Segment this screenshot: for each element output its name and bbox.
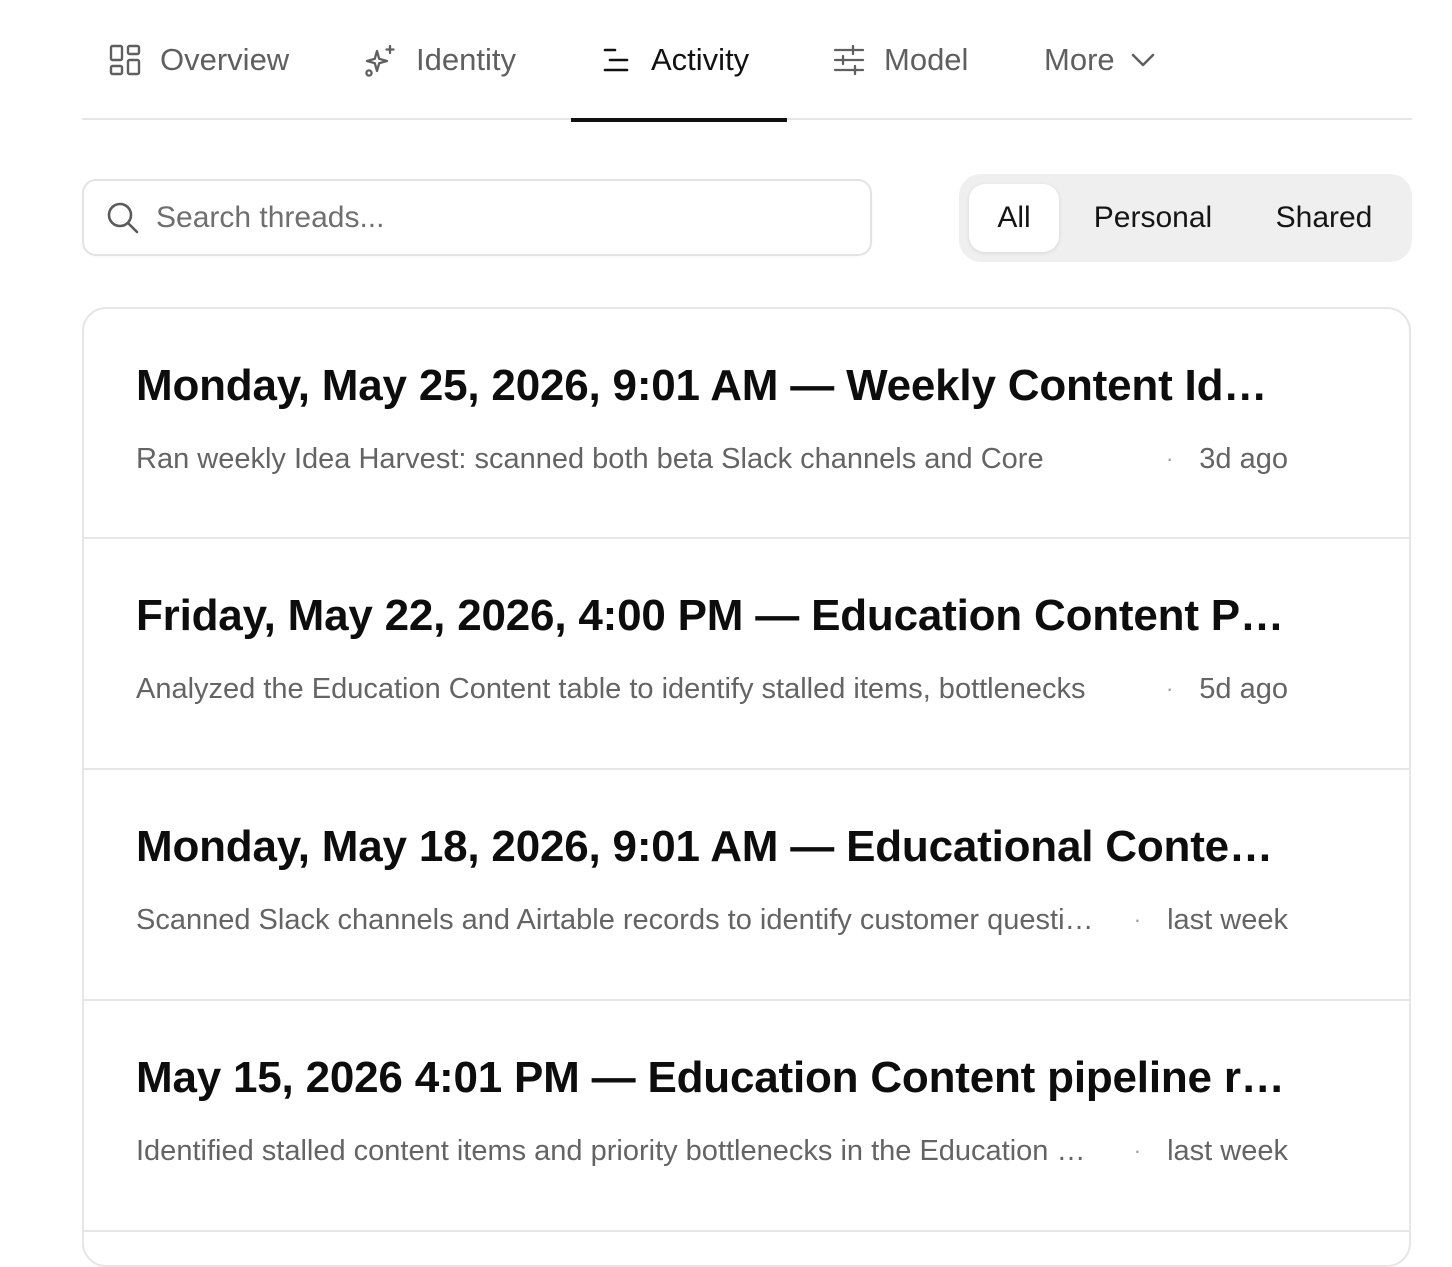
tab-label: More [1044,42,1115,77]
separator-dot: · [1133,907,1142,932]
thread-time: last week [1167,903,1288,936]
thread-filter: All Personal Shared [959,174,1412,262]
tab-overview[interactable]: Overview [108,0,289,120]
thread-meta: Identified stalled content items and pri… [136,1131,1288,1171]
tab-label: Activity [651,42,750,77]
thread-row[interactable]: Monday, May 18, 2026, 9:01 AM — Educatio… [84,770,1409,1001]
tab-identity[interactable]: Identity [364,0,516,120]
grid-icon [108,43,142,77]
thread-time: 5d ago [1199,672,1288,705]
thread-row[interactable]: May 15, 2026 4:01 PM — Education Content… [84,1001,1409,1232]
tab-more[interactable]: More [1044,0,1155,120]
separator-dot: · [1133,1138,1142,1163]
thread-meta: Ran weekly Idea Harvest: scanned both be… [136,439,1288,479]
tab-label: Overview [160,42,290,77]
thread-row[interactable]: Monday, May 25, 2026, 9:01 AM — Weekly C… [84,309,1409,539]
tab-label: Identity [416,42,516,77]
thread-title: Monday, May 25, 2026, 9:01 AM — Weekly C… [136,361,1286,410]
thread-meta: Scanned Slack channels and Airtable reco… [136,900,1288,940]
filter-personal[interactable]: Personal [1071,184,1235,252]
thread-description: Analyzed the Education Content table to … [136,672,1086,705]
activity-lines-icon [599,43,633,77]
sliders-icon [832,43,866,77]
separator-dot: · [1165,446,1174,471]
thread-description: Scanned Slack channels and Airtable reco… [136,903,1100,936]
tab-model[interactable]: Model [832,0,968,120]
thread-title: Friday, May 22, 2026, 4:00 PM — Educatio… [136,591,1286,640]
tab-label: Model [884,42,969,77]
thread-time: last week [1167,1134,1288,1167]
search-box[interactable] [82,179,872,256]
thread-title: Monday, May 18, 2026, 9:01 AM — Educatio… [136,822,1286,871]
thread-title: May 15, 2026 4:01 PM — Education Content… [136,1053,1286,1102]
search-input[interactable] [156,200,816,235]
search-icon [106,201,140,235]
thread-description: Identified stalled content items and pri… [136,1134,1100,1167]
tab-bar: Overview Identity Activity Model More [82,0,1412,122]
thread-description: Ran weekly Idea Harvest: scanned both be… [136,442,1044,475]
separator-dot: · [1165,676,1174,701]
tab-activity[interactable]: Activity [571,0,787,122]
sparkle-icon [364,43,398,77]
thread-meta: Analyzed the Education Content table to … [136,669,1288,709]
thread-list: Monday, May 25, 2026, 9:01 AM — Weekly C… [82,307,1411,1267]
thread-row[interactable]: Friday, May 22, 2026, 4:00 PM — Educatio… [84,539,1409,770]
chevron-down-icon [1131,52,1155,68]
filter-shared[interactable]: Shared [1249,184,1399,252]
thread-time: 3d ago [1199,442,1288,475]
filter-all[interactable]: All [969,184,1059,252]
